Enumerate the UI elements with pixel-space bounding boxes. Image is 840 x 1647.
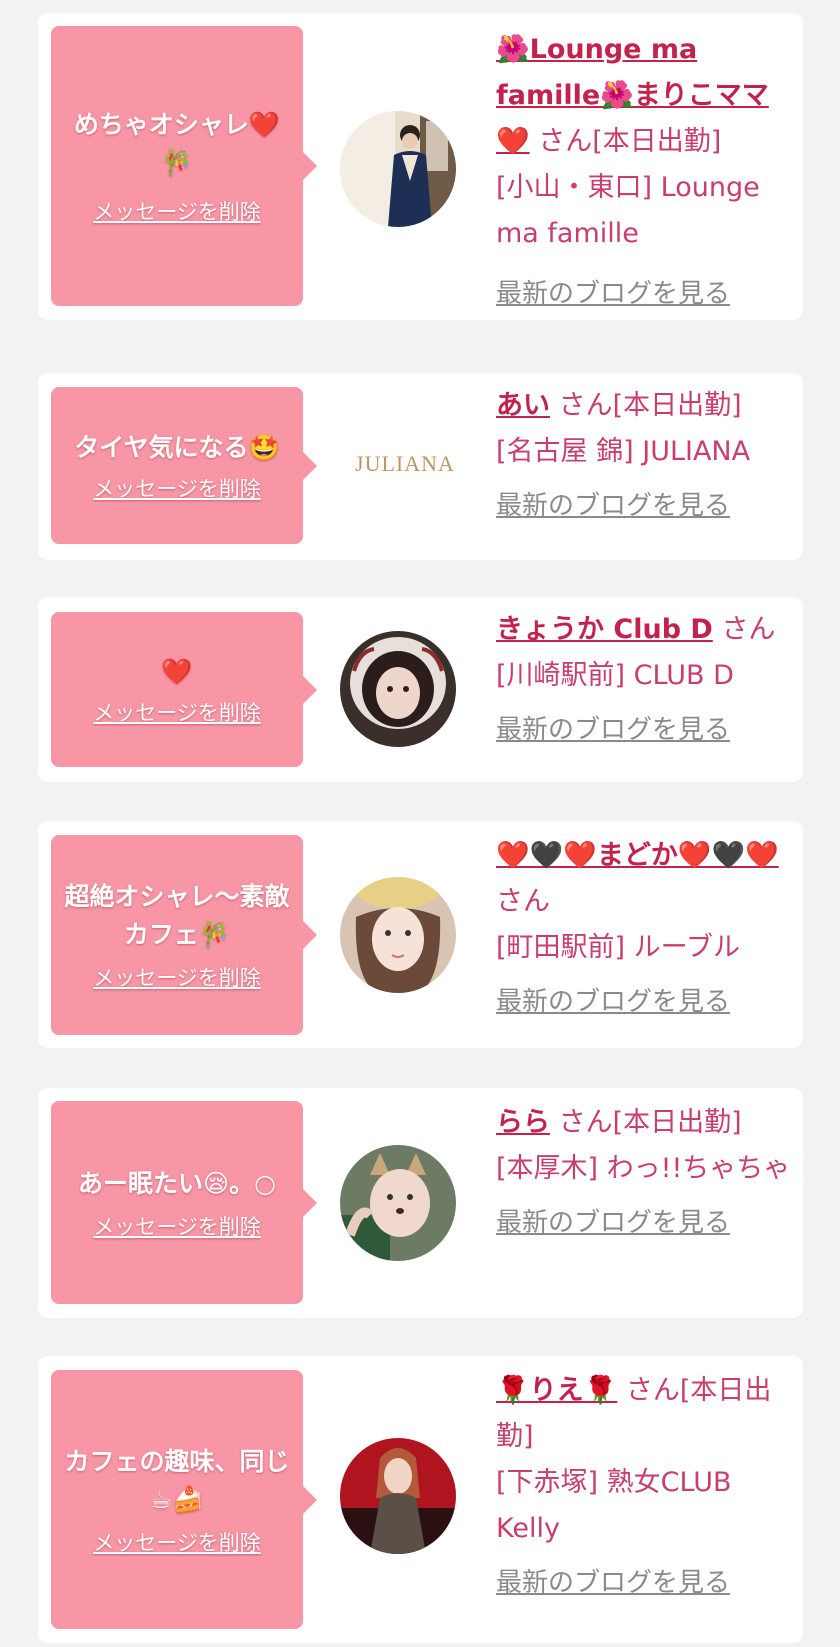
woman-cat-filter-photo-icon — [340, 1145, 456, 1261]
avatar[interactable] — [340, 1438, 456, 1554]
honorific: さん — [625, 1375, 680, 1406]
woman-bear-ears-photo-icon — [340, 877, 456, 993]
message-bubble: 超絶オシャレ〜素敵カフェ🎋 メッセージを削除 — [51, 835, 317, 1035]
delete-message-link[interactable]: メッセージを削除 — [93, 1211, 261, 1241]
message-text: あー眠たい😪。○ — [78, 1168, 276, 1198]
avatar[interactable] — [340, 111, 456, 227]
message-text: カフェの趣味、同じ☕🍰 — [64, 1446, 290, 1514]
message-bubble: めちゃオシャレ❤️🎋 メッセージを削除 — [51, 26, 317, 306]
message-bubble: ❤️ メッセージを削除 — [51, 612, 317, 767]
message-text: タイヤ気になる🤩 — [74, 432, 280, 462]
message-list: めちゃオシャレ❤️🎋 メッセージを削除 🌺Lounge ma famille🌺ま… — [0, 0, 840, 1647]
shop-info: [町田駅前] ルーブル — [496, 932, 741, 963]
message-text: 超絶オシャレ〜素敵カフェ🎋 — [64, 882, 290, 949]
honorific: さん — [558, 1107, 613, 1138]
honorific: さん — [558, 390, 613, 421]
message-bubble: タイヤ気になる🤩 メッセージを削除 — [51, 387, 317, 544]
member-name-link[interactable]: きょうか Club D — [496, 614, 713, 645]
delete-message-link[interactable]: メッセージを削除 — [93, 196, 261, 226]
member-name-link[interactable]: あい — [496, 390, 550, 421]
latest-blog-link[interactable]: 最新のブログを見る — [496, 483, 801, 529]
delete-message-link[interactable]: メッセージを削除 — [93, 697, 261, 727]
message-card: ❤️ メッセージを削除 きょうか Club D さん [川崎駅前] CLUB D… — [38, 597, 803, 782]
message-card: めちゃオシャレ❤️🎋 メッセージを削除 🌺Lounge ma famille🌺ま… — [38, 13, 803, 320]
member-info: あい さん[本日出勤] [名古屋 錦] JULIANA 最新のブログを見る — [496, 383, 801, 529]
message-bubble: カフェの趣味、同じ☕🍰 メッセージを削除 — [51, 1370, 317, 1629]
shop-info: [本厚木] わっ!!ちゃちゃ — [496, 1153, 791, 1184]
latest-blog-link[interactable]: 最新のブログを見る — [496, 1200, 801, 1246]
attendance-status: [本日出勤] — [612, 1107, 742, 1138]
member-name-link[interactable]: らら — [496, 1107, 550, 1138]
honorific: さん — [496, 886, 550, 917]
message-card: 超絶オシャレ〜素敵カフェ🎋 メッセージを削除 ❤️🖤❤️まどか❤️🖤❤️ さん … — [38, 821, 803, 1048]
latest-blog-link[interactable]: 最新のブログを見る — [496, 979, 801, 1025]
message-card: あー眠たい😪。○ メッセージを削除 らら さん[本日出勤] [本厚木] わっ!!… — [38, 1088, 803, 1318]
member-info: 🌹りえ🌹 さん[本日出勤] [下赤塚] 熟女CLUB Kelly 最新のブログを… — [496, 1368, 801, 1606]
member-info: ❤️🖤❤️まどか❤️🖤❤️ さん [町田駅前] ルーブル 最新のブログを見る — [496, 833, 801, 1025]
shop-info: [小山・東口] Lounge ma famille — [496, 172, 760, 249]
member-name-link[interactable]: 🌹りえ🌹 — [496, 1375, 617, 1406]
member-info: 🌺Lounge ma famille🌺まりこママ❤️ さん[本日出勤] [小山・… — [496, 27, 801, 317]
woman-hood-photo-icon — [340, 631, 456, 747]
member-info: らら さん[本日出勤] [本厚木] わっ!!ちゃちゃ 最新のブログを見る — [496, 1100, 801, 1246]
delete-message-link[interactable]: メッセージを削除 — [93, 473, 261, 503]
latest-blog-link[interactable]: 最新のブログを見る — [496, 1560, 801, 1606]
kimono-woman-photo-icon — [340, 111, 456, 227]
attendance-status: [本日出勤] — [612, 390, 742, 421]
message-card: タイヤ気になる🤩 メッセージを削除 JULIANA あい さん[本日出勤] [名… — [38, 373, 803, 560]
juliana-logo-icon[interactable]: JULIANA — [340, 451, 470, 477]
member-info: きょうか Club D さん [川崎駅前] CLUB D 最新のブログを見る — [496, 607, 801, 753]
honorific: さん — [721, 614, 776, 645]
message-text: めちゃオシャレ❤️🎋 — [73, 110, 281, 177]
delete-message-link[interactable]: メッセージを削除 — [93, 962, 261, 992]
attendance-status: [本日出勤] — [592, 126, 722, 157]
latest-blog-link[interactable]: 最新のブログを見る — [496, 707, 801, 753]
avatar[interactable] — [340, 1145, 456, 1261]
shop-info: [名古屋 錦] JULIANA — [496, 436, 751, 467]
message-card: カフェの趣味、同じ☕🍰 メッセージを削除 🌹りえ🌹 さん[本日出勤] [下赤塚]… — [38, 1356, 803, 1643]
member-name-link[interactable]: ❤️🖤❤️まどか❤️🖤❤️ — [496, 840, 779, 871]
shop-info: [川崎駅前] CLUB D — [496, 660, 734, 691]
avatar[interactable] — [340, 877, 456, 993]
avatar[interactable] — [340, 631, 456, 747]
message-bubble: あー眠たい😪。○ メッセージを削除 — [51, 1101, 317, 1304]
message-text: ❤️ — [161, 656, 193, 686]
woman-red-room-photo-icon — [340, 1438, 456, 1554]
latest-blog-link[interactable]: 最新のブログを見る — [496, 271, 801, 317]
shop-info: [下赤塚] 熟女CLUB Kelly — [496, 1467, 732, 1544]
honorific: さん — [538, 126, 593, 157]
delete-message-link[interactable]: メッセージを削除 — [93, 1527, 261, 1557]
